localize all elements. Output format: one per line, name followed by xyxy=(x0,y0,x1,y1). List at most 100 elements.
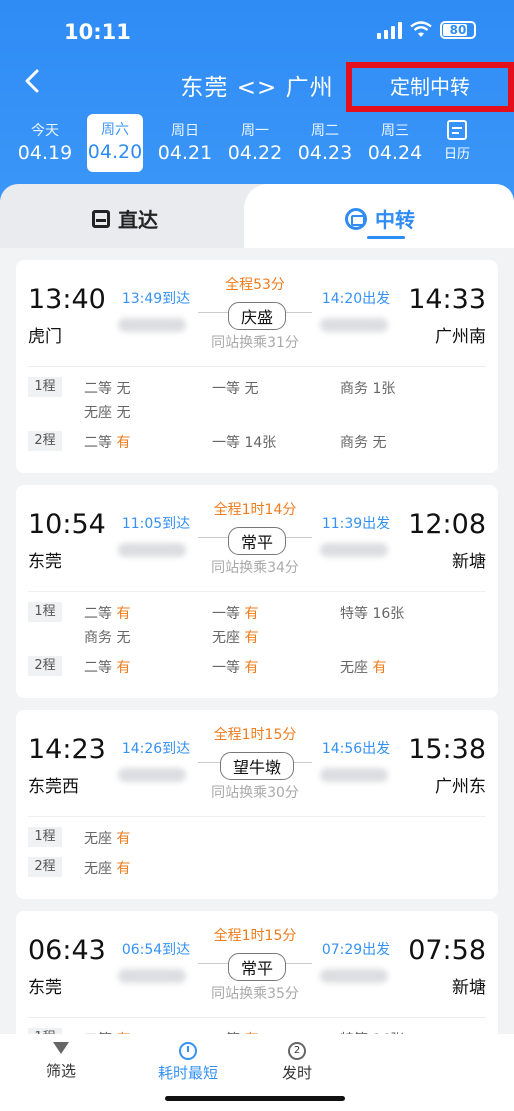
seat-availability: 有 xyxy=(116,435,131,451)
departure-station: 东莞西 xyxy=(28,777,79,797)
first-leg-arrival: 06:54到达 xyxy=(121,942,191,958)
segment-tag: 1程 xyxy=(28,602,62,622)
transfer-icon xyxy=(345,207,367,230)
seat-class: 二等 xyxy=(84,660,112,676)
train-icon xyxy=(92,209,110,228)
date-day: 04.19 xyxy=(17,142,73,164)
filter-button[interactable]: 筛选 xyxy=(46,1042,76,1081)
status-icons: 80 xyxy=(377,21,476,39)
seat-cell: 商务 无 xyxy=(340,431,450,455)
tab-active-indicator xyxy=(367,236,405,239)
seat-class: 二等 xyxy=(84,381,112,397)
seat-cell: 无座 有 xyxy=(340,656,450,680)
total-duration: 全程1时15分 xyxy=(213,727,297,743)
total-duration: 全程1时14分 xyxy=(213,502,297,518)
calendar-button[interactable]: 日历 xyxy=(430,114,484,172)
battery-level: 80 xyxy=(449,23,467,37)
segment-tag: 1程 xyxy=(28,827,62,847)
tab-direct-text: 直达 xyxy=(118,208,158,232)
seat-availability: 有 xyxy=(372,660,387,676)
home-indicator xyxy=(165,1096,345,1101)
date-weekday: 周一 xyxy=(241,123,269,139)
route-card[interactable]: 13:40 虎门 13:49到达 全程53分 庆盛 同站换乘31分 14:20出… xyxy=(16,260,498,473)
date-selector: 今天 04.19 周六 04.20 周日 04.21 周一 04.22 周二 04.23… xyxy=(10,114,504,172)
route-card[interactable]: 14:23 东莞西 14:26到达 全程1时15分 望牛墩 同站换乘30分 14… xyxy=(16,710,498,899)
tab-transfer-text: 中转 xyxy=(375,208,415,232)
date-item[interactable]: 周二 04.23 xyxy=(290,114,360,172)
seat-availability: 16张 xyxy=(372,606,405,622)
seat-class: 商务 xyxy=(340,435,368,451)
train-number-blurred xyxy=(118,543,186,557)
seat-availability: 无 xyxy=(116,405,131,421)
custom-transfer-button[interactable]: 定制中转 xyxy=(346,62,514,112)
first-leg-arrival: 14:26到达 xyxy=(121,741,191,757)
route-list[interactable]: 13:40 虎门 13:49到达 全程53分 庆盛 同站换乘31分 14:20出… xyxy=(0,248,514,1034)
date-item[interactable]: 今天 04.19 xyxy=(10,114,80,172)
tab-direct-label[interactable]: 直达 xyxy=(92,204,158,233)
seat-class: 一等 xyxy=(212,660,240,676)
departure-time: 14:23 xyxy=(28,734,106,765)
calendar-icon xyxy=(447,120,467,140)
train-number-blurred xyxy=(320,969,388,983)
transfer-wait: 同站换乘31分 xyxy=(211,335,299,351)
arrival-station: 广州东 xyxy=(435,777,486,797)
tab-transfer-label[interactable]: 中转 xyxy=(345,204,415,233)
filter-icon xyxy=(53,1042,69,1058)
total-duration: 全程1时15分 xyxy=(213,928,297,944)
arrival-station: 新塘 xyxy=(452,552,486,572)
second-leg-departure: 14:56出发 xyxy=(321,741,391,757)
seat-cell: 二等 有 xyxy=(84,431,212,455)
segment-tag: 2程 xyxy=(28,857,62,877)
seat-cell: 一等 有 xyxy=(212,602,340,626)
date-item[interactable]: 周三 04.24 xyxy=(360,114,430,172)
sort-shortest-button[interactable]: 耗时最短 xyxy=(158,1042,218,1083)
route-card[interactable]: 06:43 东莞 06:54到达 全程1时15分 常平 同站换乘35分 07:2… xyxy=(16,911,498,1034)
seat-availability: 有 xyxy=(116,831,131,847)
seat-class: 无座 xyxy=(212,630,240,646)
seat-cell: 无座 有 xyxy=(84,827,212,851)
status-bar: 10:11 80 xyxy=(0,18,514,48)
seat-availability: 有 xyxy=(116,660,131,676)
filter-label: 筛选 xyxy=(46,1062,77,1080)
date-day: 04.22 xyxy=(227,142,283,164)
date-item[interactable]: 周六 04.20 xyxy=(87,114,143,172)
date-item[interactable]: 周日 04.21 xyxy=(150,114,220,172)
train-number-blurred xyxy=(320,318,388,332)
seat-cell: 无座 有 xyxy=(212,626,340,650)
header: 10:11 80 东莞 <> 广州 定制中转 今天 04.19 周六 04.20… xyxy=(0,0,514,200)
departure-station: 东莞 xyxy=(28,978,62,998)
seat-cell: 二等 有 xyxy=(84,602,212,626)
status-time: 10:11 xyxy=(64,20,131,44)
seat-cell: 无座 有 xyxy=(84,857,212,881)
seat-availability: 有 xyxy=(116,606,131,622)
seat-class: 商务 xyxy=(340,381,368,397)
segment-tag: 1程 xyxy=(28,377,62,397)
seat-cell: 二等 有 xyxy=(84,656,212,680)
seat-availability: 有 xyxy=(244,606,259,622)
departure-station: 虎门 xyxy=(28,327,62,347)
signal-icon xyxy=(377,21,402,39)
seat-cell: 一等 14张 xyxy=(212,431,340,455)
route-card[interactable]: 10:54 东莞 11:05到达 全程1时14分 常平 同站换乘34分 11:3… xyxy=(16,485,498,698)
battery-icon: 80 xyxy=(440,21,476,39)
arrival-time: 15:38 xyxy=(408,734,486,765)
date-day: 04.24 xyxy=(367,142,423,164)
date-item[interactable]: 周一 04.22 xyxy=(220,114,290,172)
departure-time: 06:43 xyxy=(28,935,106,966)
arrival-station: 新塘 xyxy=(452,978,486,998)
segment-row: 1程 二等 有 一等 有 特等 16张 商务 无 无座 有 xyxy=(28,602,486,650)
transfer-wait: 同站换乘34分 xyxy=(211,560,299,576)
date-day: 04.23 xyxy=(297,142,353,164)
seat-cell: 二等 无 xyxy=(84,377,212,401)
clock-icon xyxy=(179,1042,197,1060)
date-weekday: 周六 xyxy=(101,122,129,138)
segment-row: 1程 二等 无 一等 无 商务 1张 无座 无 xyxy=(28,377,486,425)
departure-time: 10:54 xyxy=(28,509,106,540)
sort-departure-button[interactable]: 2 发时 xyxy=(282,1042,312,1083)
arrival-time: 07:58 xyxy=(408,935,486,966)
seat-availability: 无 xyxy=(372,435,387,451)
departure-sort-icon: 2 xyxy=(288,1042,306,1060)
train-number-blurred xyxy=(118,768,186,782)
arrival-station: 广州南 xyxy=(435,327,486,347)
seat-class: 二等 xyxy=(84,606,112,622)
